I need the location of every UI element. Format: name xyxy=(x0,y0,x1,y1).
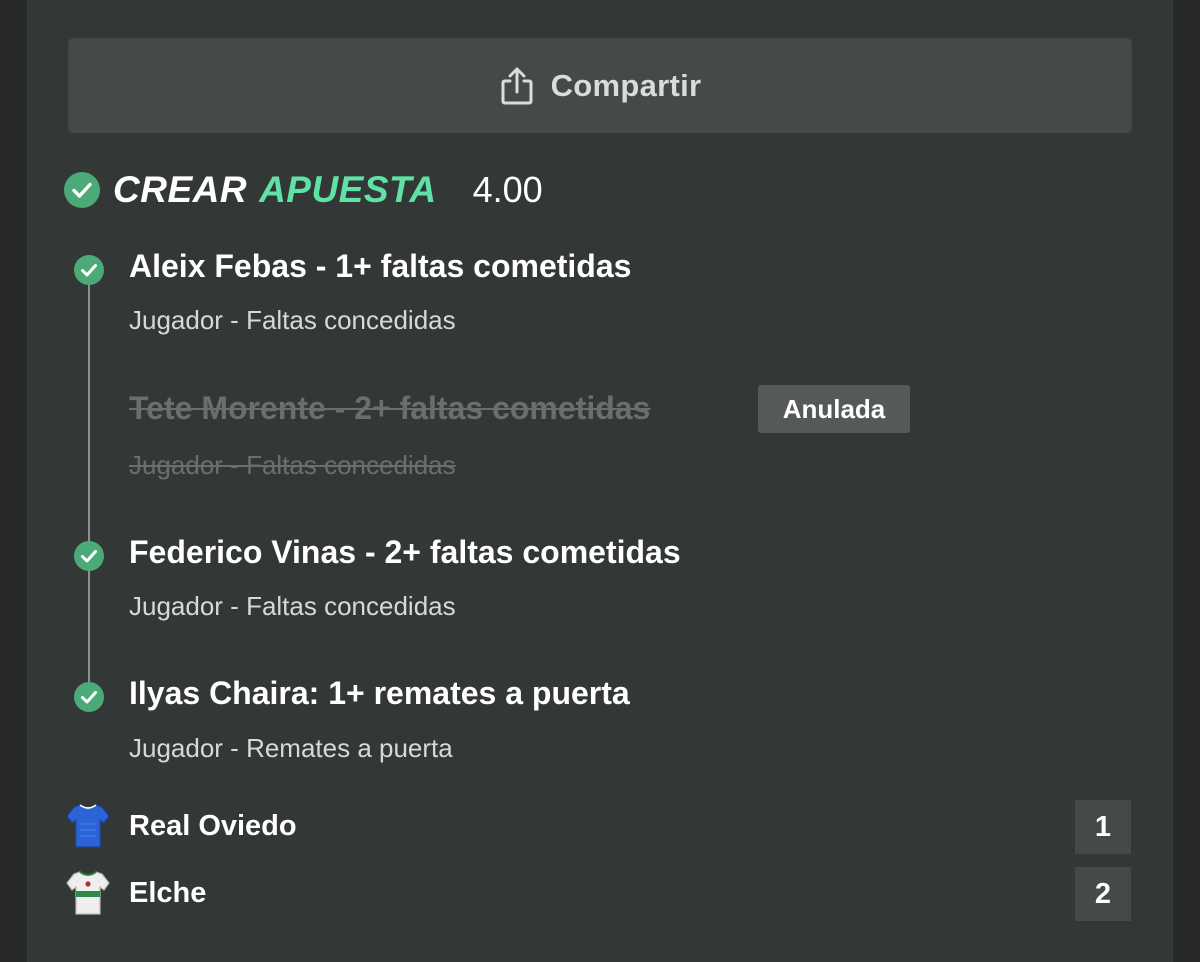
share-label: Compartir xyxy=(550,67,702,103)
leg-title: Federico Vinas - 2+ faltas cometidas xyxy=(129,534,681,570)
bet-header: CREAR APUESTA 4.00 xyxy=(64,166,543,214)
team-score: 1 xyxy=(1075,800,1131,854)
team-name: Real Oviedo xyxy=(129,810,297,842)
leg-subtitle: Jugador - Faltas concedidas xyxy=(129,450,456,480)
timeline-line xyxy=(88,270,90,695)
check-circle-icon xyxy=(64,172,100,208)
check-circle-icon xyxy=(74,255,104,285)
team-row-home: Real Oviedo 1 xyxy=(0,800,1200,854)
void-badge: Anulada xyxy=(758,385,910,433)
share-icon xyxy=(501,67,533,104)
blue-jersey-icon xyxy=(66,804,110,848)
leg-title: Ilyas Chaira: 1+ remates a puerta xyxy=(129,675,630,711)
leg-subtitle: Jugador - Faltas concedidas xyxy=(129,591,456,621)
check-circle-icon xyxy=(74,541,104,571)
check-circle-icon xyxy=(74,682,104,712)
leg-subtitle: Jugador - Faltas concedidas xyxy=(129,305,456,335)
bet-title-apuesta: APUESTA xyxy=(259,169,437,210)
leg-title: Aleix Febas - 1+ faltas cometidas xyxy=(129,248,632,284)
leg-title: Tete Morente - 2+ faltas cometidas xyxy=(129,390,651,426)
bet-title-crear: CREAR xyxy=(113,169,248,210)
team-row-away: Elche 2 xyxy=(0,867,1200,921)
bet-odds: 4.00 xyxy=(472,169,543,210)
white-green-jersey-icon xyxy=(66,871,110,915)
team-score: 2 xyxy=(1075,867,1131,921)
team-name: Elche xyxy=(129,877,207,909)
leg-subtitle: Jugador - Remates a puerta xyxy=(129,733,453,763)
share-button[interactable]: Compartir xyxy=(68,38,1132,133)
